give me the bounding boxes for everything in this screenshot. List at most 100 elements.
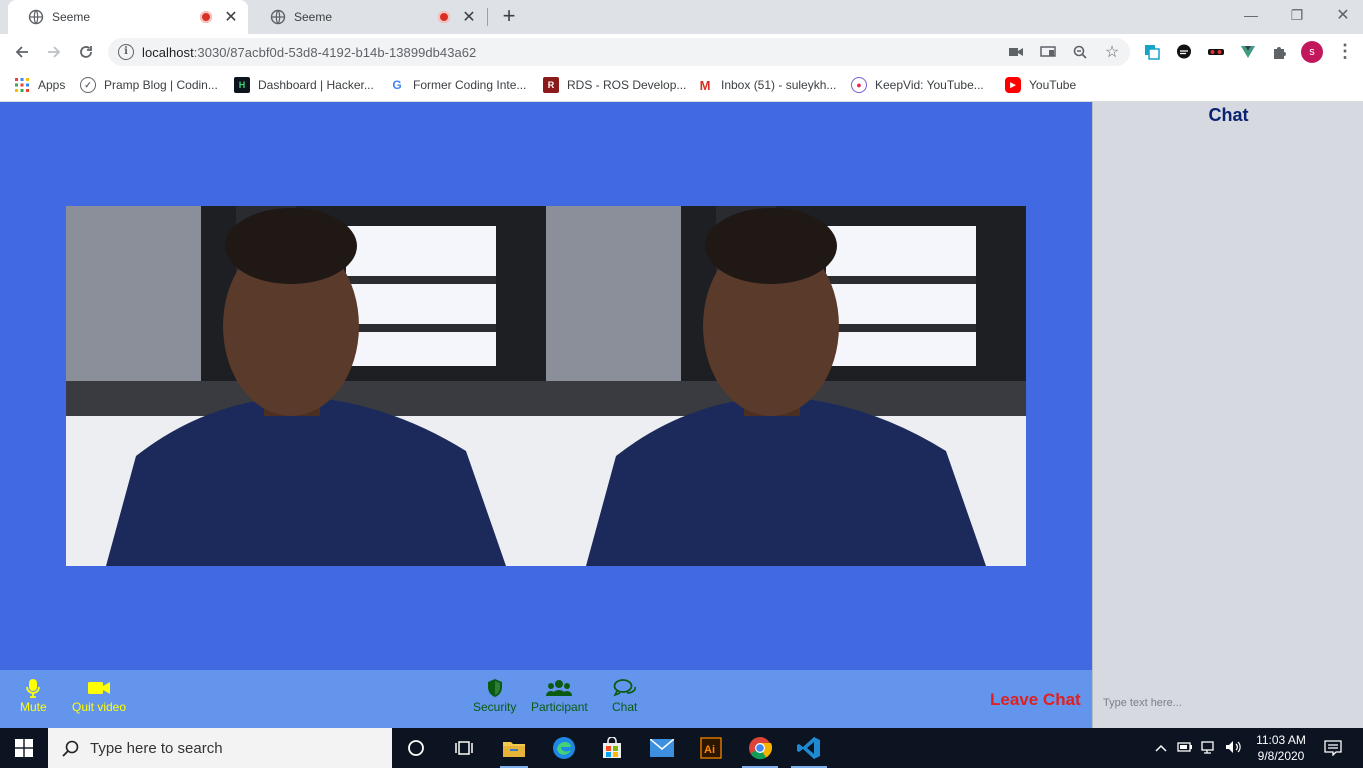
vscode-icon[interactable] [795,734,823,762]
network-icon[interactable] [1201,740,1217,757]
store-icon[interactable] [598,734,626,762]
chevron-up-icon[interactable] [1155,741,1167,755]
keepvid-icon: ● [851,77,867,93]
tab-seeme-active[interactable]: Seeme ✕ [8,0,248,34]
participant-button[interactable]: Participant [531,678,588,714]
recording-icon [200,11,212,23]
chat-message-input[interactable] [1103,692,1353,714]
svg-text:Ai: Ai [704,744,715,756]
new-tab-button[interactable]: + [500,5,518,29]
bookmark-former-coding[interactable]: G Former Coding Inte... [389,77,526,93]
action-center-button[interactable] [1324,728,1342,768]
extensions-puzzle-icon[interactable] [1271,43,1289,61]
clock-time: 11:03 AM [1256,733,1306,747]
extension-incognito-icon[interactable] [1207,43,1225,61]
pramp-icon: ✓ [80,77,96,93]
bookmark-apps[interactable]: Apps [14,77,65,93]
extension-translate-icon[interactable] [1143,43,1161,61]
chat-title: Chat [1208,105,1249,125]
bookmark-hackerrank[interactable]: H Dashboard | Hacker... [234,77,374,93]
bookmark-label: Apps [38,78,66,92]
bookmark-inbox[interactable]: M Inbox (51) - suleykh... [697,77,837,93]
chat-panel: Chat [1092,102,1363,728]
battery-icon[interactable] [1177,741,1193,756]
mute-label: Mute [20,700,47,714]
rds-icon: R [543,77,559,93]
forward-button[interactable] [42,40,66,64]
url-host: localhost [142,44,194,60]
mute-button[interactable]: Mute [20,678,47,714]
back-button[interactable] [10,40,34,64]
bookmark-keepvid[interactable]: ● KeepVid: YouTube... [851,77,984,93]
task-view-icon[interactable] [450,734,478,762]
quit-video-button[interactable]: Quit video [72,678,126,714]
zoom-icon[interactable] [1072,44,1088,60]
profile-avatar[interactable]: s [1301,41,1323,63]
taskbar-search-box[interactable]: Type here to search [48,728,392,768]
security-button[interactable]: Security [473,678,516,714]
camera-in-use-icon[interactable] [1008,44,1024,60]
video-camera-icon [88,682,111,694]
bookmark-star-icon[interactable]: ☆ [1104,44,1120,61]
chat-label: Chat [612,700,638,714]
extension-chat-icon[interactable] [1175,43,1193,61]
windows-taskbar: Type here to search Ai 11:03 AM 9/8/2020 [0,728,1363,768]
users-icon [546,680,573,696]
bookmark-youtube[interactable]: ▶ YouTube [1005,77,1076,93]
reload-icon [80,46,92,58]
google-icon: G [392,78,402,92]
security-label: Security [473,700,517,714]
video-local [66,206,546,566]
mail-icon[interactable] [648,734,676,762]
tab-title: Seeme [294,10,333,24]
site-info-icon[interactable]: i [118,44,134,60]
bookmark-label: KeepVid: YouTube... [875,78,984,92]
volume-icon[interactable] [1225,740,1243,757]
edge-icon[interactable] [550,734,578,762]
tab-seeme[interactable]: Seeme ✕ [250,0,486,34]
url-text: localhost:3030/87acbf0d-53d8-4192-b14b-1… [142,45,476,60]
video-stage [0,102,1092,670]
close-tab-icon[interactable]: ✕ [224,7,238,27]
bookmark-label: RDS - ROS Develop... [567,78,687,92]
bookmark-label: Pramp Blog | Codin... [104,78,218,92]
tab-title: Seeme [52,10,91,24]
browser-tabstrip: Seeme ✕ Seeme ✕ + — ❐ ✕ [0,0,1363,34]
participant-label: Participant [531,700,588,714]
taskbar-clock[interactable]: 11:03 AM 9/8/2020 [1248,732,1314,764]
browser-menu-icon[interactable]: ⋮ [1336,42,1354,62]
arrow-left-icon [15,46,28,58]
url-path: :3030/87acbf0d-53d8-4192-b14b-13899db43a… [193,44,477,60]
file-explorer-icon[interactable] [500,734,528,762]
illustrator-icon[interactable]: Ai [697,734,725,762]
notification-icon [1324,740,1342,756]
camera-feed-image [66,206,546,566]
quit-video-label: Quit video [72,700,127,714]
chat-bubbles-icon [613,679,636,697]
system-tray [1155,728,1243,768]
bookmark-label: YouTube [1029,78,1077,92]
clock-date: 9/8/2020 [1257,749,1305,763]
camera-feed-image [546,206,1026,566]
globe-icon [28,9,44,25]
chat-button[interactable]: Chat [612,678,637,714]
browser-toolbar: i localhost:3030/87acbf0d-53d8-4192-b14b… [0,34,1363,70]
address-bar[interactable]: i localhost:3030/87acbf0d-53d8-4192-b14b… [108,38,1130,66]
minimize-button[interactable]: — [1228,0,1274,30]
close-tab-icon[interactable]: ✕ [462,7,476,27]
restore-button[interactable]: ❐ [1274,0,1320,30]
shield-icon [487,679,502,697]
cortana-icon[interactable] [402,734,430,762]
chrome-icon[interactable] [746,734,774,762]
close-window-button[interactable]: ✕ [1320,0,1363,30]
leave-chat-button[interactable]: Leave Chat [990,690,1081,710]
globe-icon [270,9,286,25]
start-button[interactable] [0,728,48,768]
bookmark-pramp[interactable]: ✓ Pramp Blog | Codin... [80,77,218,93]
bookmark-rds[interactable]: R RDS - ROS Develop... [543,77,686,93]
cast-icon[interactable] [1040,44,1056,60]
extension-vue-icon[interactable] [1239,43,1257,61]
windows-logo-icon [15,739,33,757]
reload-button[interactable] [74,40,98,64]
gmail-icon: M [699,77,711,93]
